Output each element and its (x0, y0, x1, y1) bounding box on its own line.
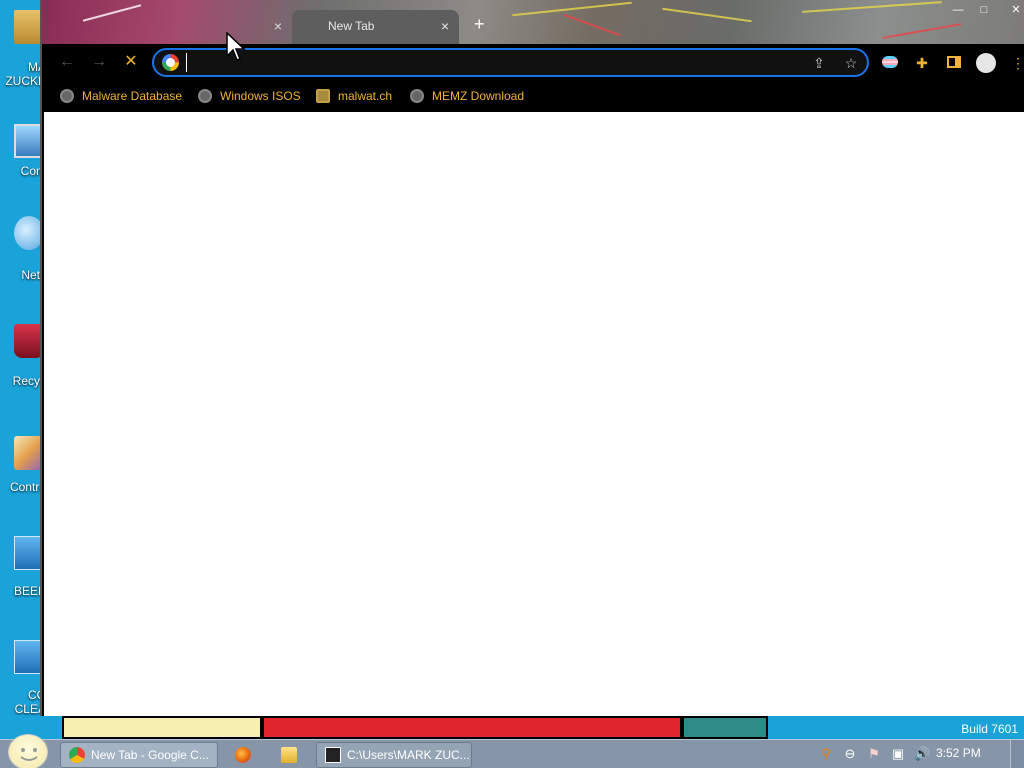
minimize-button[interactable]: — (948, 2, 968, 18)
bookmark-label: Windows ISOS (220, 89, 301, 103)
tab-close-icon[interactable]: × (274, 10, 282, 42)
minus-circle-tray-icon[interactable]: ⊖ (842, 746, 858, 762)
side-panel-icon[interactable] (944, 53, 964, 73)
address-input[interactable] (186, 53, 786, 72)
windows-build-label: Build 7601 (961, 722, 1018, 736)
bookmark-item[interactable]: malwat.ch (316, 86, 392, 106)
close-window-button[interactable]: ✕ (1006, 2, 1024, 18)
stop-button[interactable]: ✕ (120, 52, 142, 72)
extensions-puzzle-icon[interactable]: ✚ (912, 53, 932, 73)
mouse-cursor-icon (226, 32, 246, 61)
search-tray-icon[interactable]: ⚲ (818, 746, 834, 762)
bookmark-item[interactable]: Malware Database (60, 86, 182, 106)
back-button[interactable]: ← (56, 52, 78, 72)
action-center-flag-icon[interactable]: ⚑ (866, 746, 882, 762)
folder-icon (281, 747, 297, 763)
bookmark-label: Malware Database (82, 89, 183, 103)
address-bar[interactable]: ⇪ ☆ (152, 48, 869, 77)
page-content[interactable] (44, 112, 1024, 716)
maximize-button[interactable]: □ (974, 2, 994, 18)
clock[interactable]: 3:52 PM (936, 746, 981, 760)
desktop-wallpaper (40, 716, 1024, 739)
bookmark-label: malwat.ch (338, 89, 393, 103)
bookmarks-bar: Malware Database Windows ISOS malwat.ch … (42, 80, 1024, 112)
extension-flag-icon[interactable] (880, 53, 900, 73)
browser-window: × New Tab × + — □ ✕ ← → ✕ ⇪ ☆ ✚ ⋮ Malwar… (40, 0, 1024, 716)
taskbar: New Tab - Google C... C:\Users\MARK ZUC.… (0, 734, 1024, 768)
taskbar-item-explorer[interactable] (268, 742, 310, 768)
globe-icon (198, 89, 212, 103)
tab-title: New Tab (328, 19, 375, 33)
start-button[interactable] (8, 734, 48, 768)
tab-inactive[interactable]: × (64, 10, 292, 44)
bookmark-star-icon[interactable]: ☆ (842, 54, 860, 72)
bookmark-label: MEMZ Download (432, 89, 525, 103)
taskbar-item-chrome[interactable]: New Tab - Google C... (60, 742, 218, 768)
7zip-icon (325, 747, 341, 763)
chrome-icon (69, 747, 85, 763)
taskbar-item-label: New Tab - Google C... (91, 748, 209, 762)
volume-tray-icon[interactable]: 🔊 (914, 746, 930, 762)
google-icon (162, 54, 179, 71)
globe-icon (410, 89, 424, 103)
tab-close-icon[interactable]: × (441, 10, 449, 42)
taskbar-item-firefox[interactable] (222, 742, 264, 768)
profile-avatar-icon[interactable] (976, 53, 996, 73)
title-bar[interactable]: × New Tab × + — □ ✕ (42, 0, 1024, 44)
smiley-icon (20, 748, 38, 761)
globe-icon (60, 89, 74, 103)
show-desktop-button[interactable] (1010, 740, 1024, 768)
firefox-icon (235, 747, 251, 763)
taskbar-item-label: C:\Users\MARK ZUC... (347, 748, 470, 762)
new-tab-button[interactable]: + (474, 14, 485, 35)
bookmark-item[interactable]: Windows ISOS (198, 86, 301, 106)
taskbar-item-7zip[interactable]: C:\Users\MARK ZUC... (316, 742, 472, 768)
tab-new-tab[interactable]: New Tab × (292, 10, 459, 44)
menu-kebab-icon[interactable]: ⋮ (1008, 53, 1024, 73)
bookmark-item[interactable]: MEMZ Download (410, 86, 524, 106)
network-tray-icon[interactable]: ▣ (890, 746, 906, 762)
share-icon[interactable]: ⇪ (810, 54, 828, 72)
site-favicon-icon (316, 89, 330, 103)
forward-button[interactable]: → (88, 52, 110, 72)
browser-toolbar: ← → ✕ ⇪ ☆ ✚ ⋮ (42, 44, 1024, 80)
